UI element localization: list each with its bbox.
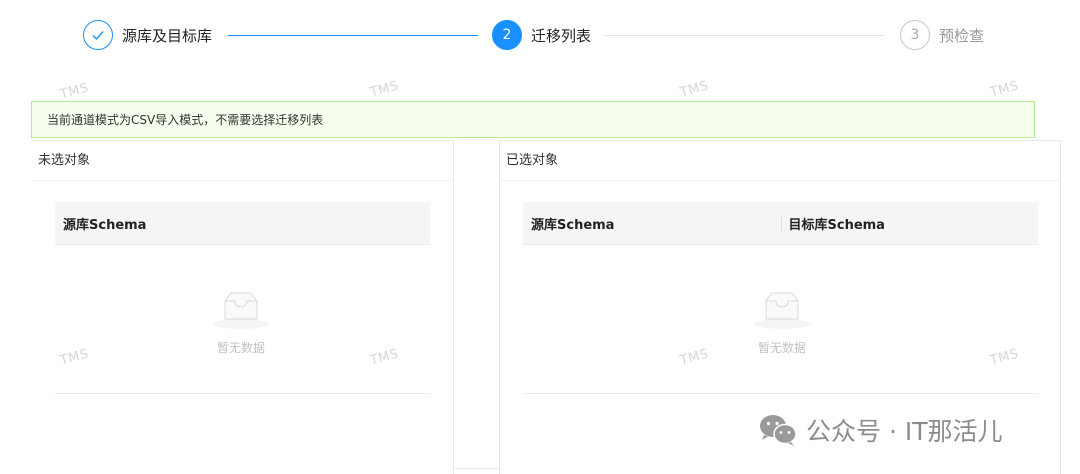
column-header-source-schema[interactable]: 源库Schema [523,214,781,233]
step-number-3: 3 [900,20,930,50]
step-title-1: 源库及目标库 [122,26,213,45]
steps-bar: 源库及目标库 2 迁移列表 3 预检查 [0,0,1080,70]
table-header: 源库Schema [55,202,430,245]
wechat-icon [760,415,797,446]
watermark: TMS [368,78,401,101]
info-alert: 当前通道模式为CSV导入模式，不需要选择迁移列表 [31,101,1035,138]
watermark: TMS [988,78,1021,101]
column-header-target-schema[interactable]: 目标库Schema [780,214,1039,233]
brand-text: 公众号 · IT那活儿 [806,417,1003,446]
divider [454,468,499,469]
alert-text: 当前通道模式为CSV导入模式，不需要选择迁移列表 [47,113,324,127]
step-connector-1 [228,35,478,36]
column-separator [780,215,782,232]
panel-title-selected: 已选对象 [500,141,1060,181]
step-title-3: 预检查 [939,26,985,45]
unselected-table: 源库Schema [55,202,430,245]
table-divider [55,393,430,394]
inbox-icon [754,292,810,329]
panel-title-unselected: 未选对象 [31,141,453,181]
inbox-icon [213,292,269,329]
empty-state: 暂无数据 [209,287,273,356]
column-label: 目标库Schema [788,217,885,233]
selected-table: 源库Schema 目标库Schema [523,202,1038,245]
table-divider [523,393,1038,394]
step-precheck[interactable]: 3 预检查 [900,20,984,50]
step-connector-2 [605,35,885,36]
watermark: TMS [58,80,91,103]
table-header: 源库Schema 目标库Schema [523,202,1038,245]
step-number-2: 2 [492,20,522,50]
step-title-2: 迁移列表 [531,26,592,45]
step-migration-list[interactable]: 2 迁移列表 [492,20,591,50]
unselected-objects-panel: 未选对象 源库Schema 暂无数据 [31,140,454,474]
check-icon [83,20,113,50]
watermark: TMS [678,78,711,101]
empty-text: 暂无数据 [216,341,265,355]
column-header-source-schema[interactable]: 源库Schema [55,214,430,233]
empty-text: 暂无数据 [757,341,806,355]
step-source-target[interactable]: 源库及目标库 [83,20,212,50]
brand-watermark: 公众号 · IT那活儿 [758,410,1003,450]
empty-state: 暂无数据 [750,287,814,356]
